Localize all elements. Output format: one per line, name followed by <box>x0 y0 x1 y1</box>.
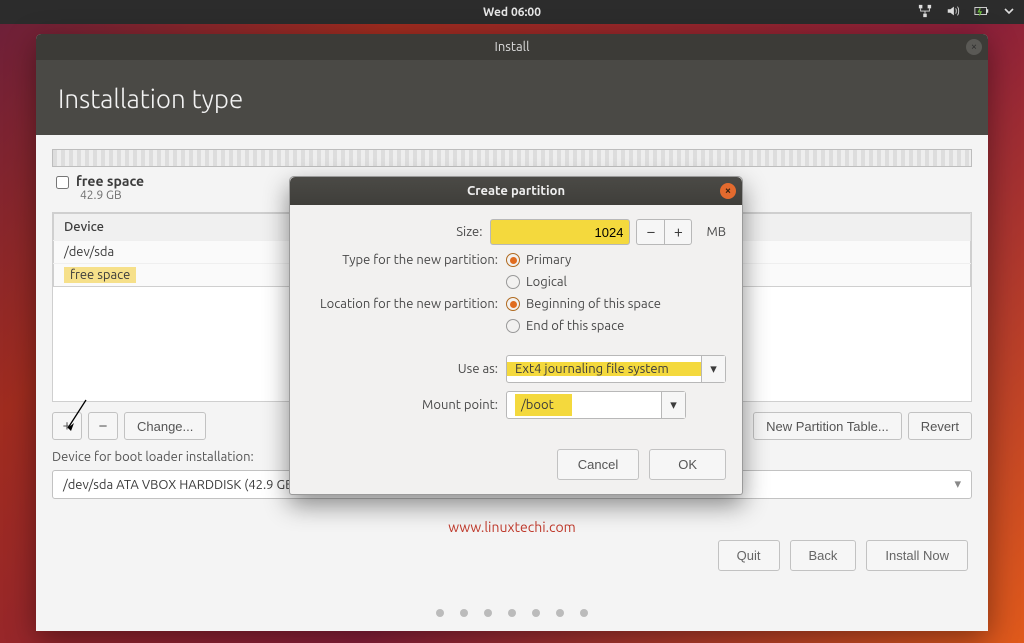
add-partition-button[interactable]: + <box>52 412 82 440</box>
top-menubar: Wed 06:00 <box>0 0 1024 24</box>
battery-icon[interactable] <box>974 4 990 21</box>
back-button[interactable]: Back <box>790 540 857 571</box>
radio-begin[interactable]: Beginning of this space <box>506 297 661 311</box>
radio-logical[interactable]: Logical <box>506 275 567 289</box>
size-input[interactable] <box>490 219 630 245</box>
partition-checkbox[interactable] <box>56 176 69 189</box>
freespace-title: free space <box>76 173 144 189</box>
footer-buttons: Quit Back Install Now <box>718 540 968 571</box>
size-unit: MB <box>706 225 726 239</box>
radio-end[interactable]: End of this space <box>506 319 624 333</box>
cancel-button[interactable]: Cancel <box>557 449 639 480</box>
create-partition-dialog: Create partition × Size: − + MB Type for… <box>289 176 743 495</box>
location-label: Location for the new partition: <box>306 297 506 311</box>
close-icon[interactable]: × <box>966 39 982 55</box>
partition-bar[interactable] <box>52 149 972 167</box>
size-increment-button[interactable]: + <box>664 219 692 245</box>
radio-primary-label: Primary <box>526 253 571 267</box>
pager-dot[interactable] <box>532 609 540 617</box>
mount-point-value: /boot <box>515 394 572 416</box>
use-as-select[interactable]: Ext4 journaling file system ▾ <box>506 355 726 383</box>
ok-button[interactable]: OK <box>649 449 726 480</box>
dialog-titlebar: Create partition × <box>290 177 742 205</box>
change-partition-button[interactable]: Change... <box>124 412 206 440</box>
revert-button[interactable]: Revert <box>908 412 972 440</box>
cell-device: free space <box>64 267 136 283</box>
chevron-down-icon: ▾ <box>954 477 961 492</box>
radio-begin-label: Beginning of this space <box>526 297 661 311</box>
dialog-title: Create partition <box>467 184 565 198</box>
pager-dot[interactable] <box>556 609 564 617</box>
install-now-button[interactable]: Install Now <box>866 540 968 571</box>
size-spinner: − + <box>636 219 692 245</box>
watermark-text: www.linuxtechi.com <box>52 519 972 535</box>
pager-dot[interactable] <box>460 609 468 617</box>
pager-dot[interactable] <box>436 609 444 617</box>
mount-label: Mount point: <box>306 398 506 412</box>
window-titlebar: Install × <box>36 34 988 60</box>
pager-dots <box>36 609 988 617</box>
radio-logical-label: Logical <box>526 275 567 289</box>
type-label: Type for the new partition: <box>306 253 506 267</box>
remove-partition-button[interactable]: − <box>88 412 118 440</box>
volume-icon[interactable] <box>946 4 960 21</box>
bootloader-value: /dev/sda ATA VBOX HARDDISK (42.9 GB) <box>63 478 297 492</box>
window-title: Install <box>495 40 530 54</box>
size-label: Size: <box>306 225 490 239</box>
new-partition-table-button[interactable]: New Partition Table... <box>753 412 902 440</box>
pager-dot[interactable] <box>580 609 588 617</box>
pager-dot[interactable] <box>484 609 492 617</box>
clock: Wed 06:00 <box>483 6 541 19</box>
quit-button[interactable]: Quit <box>718 540 780 571</box>
close-icon[interactable]: × <box>720 183 736 199</box>
size-decrement-button[interactable]: − <box>636 219 664 245</box>
system-tray <box>918 4 1014 21</box>
use-as-label: Use as: <box>306 362 506 376</box>
page-title: Installation type <box>36 60 988 135</box>
pager-dot[interactable] <box>508 609 516 617</box>
dialog-buttons: Cancel OK <box>290 439 742 494</box>
power-menu-icon[interactable] <box>1004 6 1014 19</box>
chevron-down-icon[interactable]: ▾ <box>701 356 725 382</box>
col-device[interactable]: Device <box>54 214 326 241</box>
use-as-value: Ext4 journaling file system <box>507 362 701 376</box>
mount-point-select[interactable]: /boot ▾ <box>506 391 686 419</box>
radio-end-label: End of this space <box>526 319 624 333</box>
chevron-down-icon[interactable]: ▾ <box>661 392 685 418</box>
radio-primary[interactable]: Primary <box>506 253 571 267</box>
network-icon[interactable] <box>918 4 932 21</box>
